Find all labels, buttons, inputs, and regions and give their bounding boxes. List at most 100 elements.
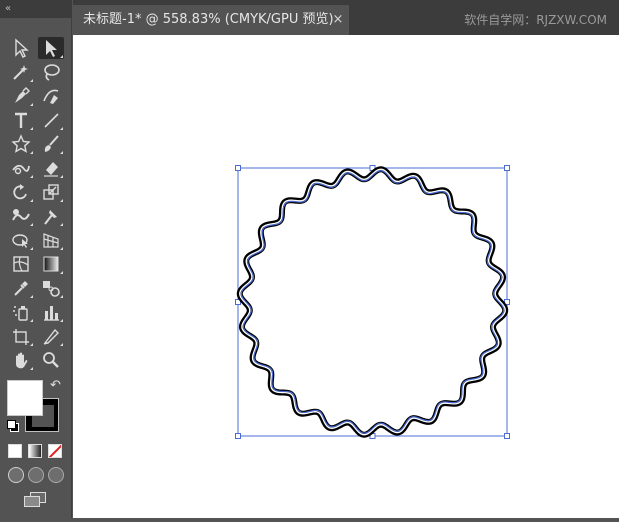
rotate-tool-button[interactable] bbox=[8, 181, 34, 203]
paintbrush-tool-button[interactable] bbox=[38, 133, 64, 155]
flyout-indicator bbox=[30, 103, 33, 106]
star-tool-icon bbox=[11, 134, 31, 153]
artboard-tool-button[interactable] bbox=[8, 325, 34, 347]
flyout-indicator bbox=[30, 223, 33, 226]
star-tool-button[interactable] bbox=[8, 133, 34, 155]
hand-tool-button[interactable] bbox=[8, 349, 34, 371]
flyout-indicator bbox=[60, 199, 63, 202]
pen-tool-icon bbox=[15, 87, 30, 103]
magic-wand-tool-icon bbox=[13, 65, 28, 80]
swap-fill-stroke-icon[interactable]: ↶ bbox=[50, 378, 61, 393]
artboard-canvas[interactable] bbox=[73, 35, 619, 518]
shape-builder-tool-icon bbox=[12, 234, 28, 248]
slice-tool-icon bbox=[43, 328, 59, 345]
type-tool-button[interactable] bbox=[8, 109, 34, 131]
flyout-indicator bbox=[30, 247, 33, 250]
flyout-indicator bbox=[60, 295, 63, 298]
tools-panel: « ↶ bbox=[0, 0, 72, 518]
warp-tool-icon bbox=[12, 209, 30, 221]
flyout-indicator bbox=[30, 343, 33, 346]
column-graph-tool-button[interactable] bbox=[38, 301, 64, 323]
none-mode-button[interactable] bbox=[48, 444, 62, 458]
bounding-box-handle[interactable] bbox=[235, 165, 241, 171]
flyout-indicator bbox=[30, 151, 33, 154]
shaper-tool-button[interactable] bbox=[8, 157, 34, 179]
flyout-indicator bbox=[60, 55, 63, 58]
eyedropper-tool-button[interactable] bbox=[8, 277, 34, 299]
draw-inside-button[interactable] bbox=[48, 467, 64, 483]
document-tab[interactable]: 未标题-1* @ 558.83% (CMYK/GPU 预览) bbox=[73, 5, 349, 35]
document-tab-bar: 未标题-1* @ 558.83% (CMYK/GPU 预览) × 软件自学网：R… bbox=[73, 0, 619, 35]
bounding-box-handle[interactable] bbox=[504, 165, 510, 171]
gradient-tool-icon bbox=[43, 256, 59, 272]
color-mode-button[interactable] bbox=[8, 444, 22, 458]
draw-behind-button[interactable] bbox=[28, 467, 44, 483]
zoom-tool-icon bbox=[43, 352, 59, 368]
flyout-indicator bbox=[60, 271, 63, 274]
tools-panel-collapse-button[interactable]: « bbox=[0, 0, 72, 18]
shape-builder-tool-button[interactable] bbox=[8, 229, 34, 251]
close-tab-icon[interactable]: × bbox=[329, 5, 347, 35]
default-fill-stroke-icon[interactable] bbox=[7, 420, 19, 432]
gradient-tool-button[interactable] bbox=[38, 253, 64, 275]
slice-tool-button[interactable] bbox=[38, 325, 64, 347]
eraser-tool-button[interactable] bbox=[38, 157, 64, 179]
puppet-warp-tool-icon bbox=[44, 210, 57, 225]
blend-tool-button[interactable] bbox=[38, 277, 64, 299]
symbol-sprayer-tool-icon bbox=[13, 306, 28, 321]
selection-tool-button[interactable] bbox=[8, 37, 34, 59]
bounding-box[interactable] bbox=[237, 167, 508, 437]
fill-swatch-front bbox=[7, 380, 43, 416]
flyout-indicator bbox=[30, 175, 33, 178]
artboard-tool-icon bbox=[13, 329, 29, 345]
bounding-box-handle[interactable] bbox=[504, 433, 510, 439]
shaper-tool-icon bbox=[12, 164, 30, 175]
type-tool-icon bbox=[15, 112, 27, 128]
wavy-circle-outline[interactable] bbox=[236, 166, 509, 438]
flyout-indicator bbox=[60, 319, 63, 322]
flyout-indicator bbox=[30, 127, 33, 130]
flyout-indicator bbox=[30, 319, 33, 322]
perspective-grid-tool-icon bbox=[43, 233, 59, 248]
flyout-indicator bbox=[60, 247, 63, 250]
flyout-indicator bbox=[60, 175, 63, 178]
document-tab-title: 未标题-1* @ 558.83% (CMYK/GPU 预览) bbox=[83, 12, 334, 27]
mesh-tool-icon bbox=[13, 256, 29, 272]
scale-tool-icon bbox=[43, 184, 59, 200]
flyout-indicator bbox=[30, 79, 33, 82]
curvature-tool-icon bbox=[43, 89, 59, 104]
flyout-indicator bbox=[60, 343, 63, 346]
hand-tool-icon bbox=[16, 352, 28, 369]
gradient-mode-button[interactable] bbox=[28, 444, 42, 458]
flyout-indicator bbox=[30, 295, 33, 298]
flyout-indicator bbox=[60, 151, 63, 154]
symbol-sprayer-tool-button[interactable] bbox=[8, 301, 34, 323]
draw-normal-button[interactable] bbox=[8, 467, 24, 483]
selection-tool-icon bbox=[15, 38, 29, 58]
lasso-tool-icon bbox=[44, 64, 60, 81]
flyout-indicator bbox=[30, 367, 33, 370]
rotate-tool-icon bbox=[13, 184, 27, 200]
perspective-grid-tool-button[interactable] bbox=[38, 229, 64, 251]
paintbrush-tool-icon bbox=[44, 135, 59, 152]
mesh-tool-button[interactable] bbox=[8, 253, 34, 275]
artwork bbox=[235, 165, 510, 439]
flyout-indicator bbox=[30, 199, 33, 202]
line-segment-tool-button[interactable] bbox=[38, 109, 64, 131]
blend-tool-icon bbox=[43, 281, 60, 297]
warp-tool-button[interactable] bbox=[8, 205, 34, 227]
column-graph-tool-icon bbox=[44, 306, 59, 321]
zoom-tool-button[interactable] bbox=[38, 349, 64, 371]
direct-selection-tool-icon bbox=[46, 40, 57, 57]
lasso-tool-button[interactable] bbox=[38, 61, 64, 83]
screen-mode-button[interactable] bbox=[24, 492, 46, 507]
puppet-warp-tool-button[interactable] bbox=[38, 205, 64, 227]
scale-tool-button[interactable] bbox=[38, 181, 64, 203]
curvature-tool-button[interactable] bbox=[38, 85, 64, 107]
direct-selection-tool-button[interactable] bbox=[38, 37, 64, 59]
bounding-box-handle[interactable] bbox=[235, 433, 241, 439]
magic-wand-tool-button[interactable] bbox=[8, 61, 34, 83]
line-segment-tool-icon bbox=[44, 113, 59, 128]
flyout-indicator bbox=[60, 223, 63, 226]
pen-tool-button[interactable] bbox=[8, 85, 34, 107]
